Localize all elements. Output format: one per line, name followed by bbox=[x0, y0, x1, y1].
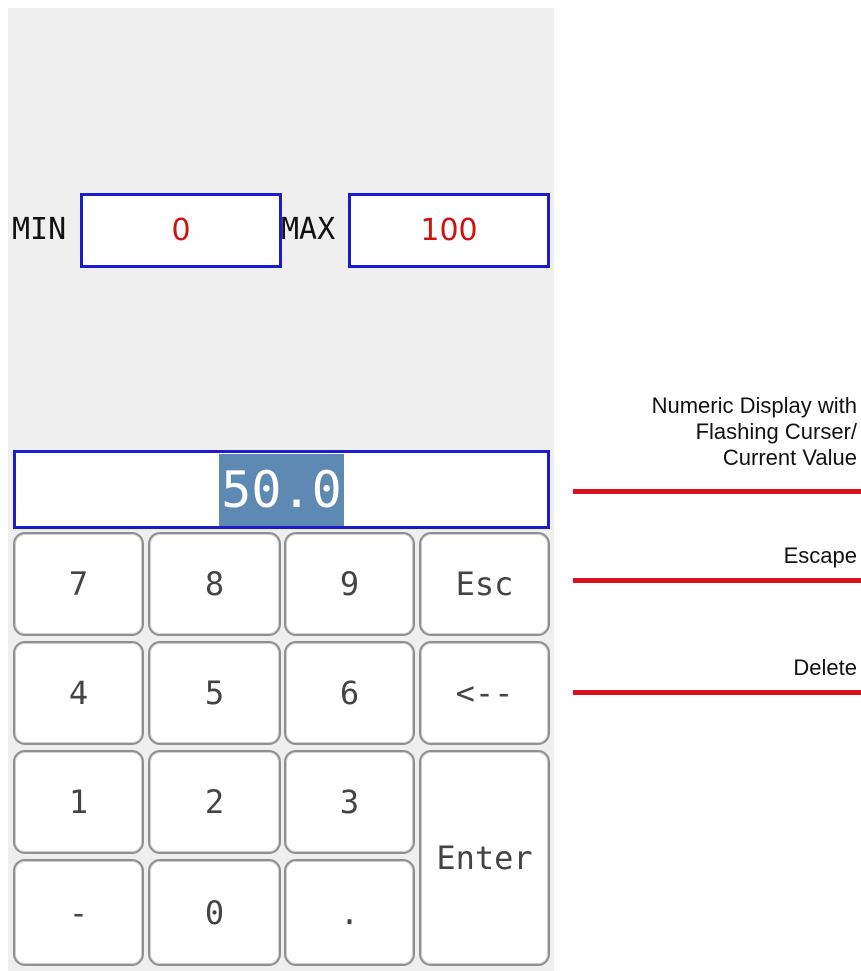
key-minus[interactable]: - bbox=[13, 859, 144, 966]
key-6[interactable]: 6 bbox=[284, 641, 415, 745]
key-2[interactable]: 2 bbox=[148, 750, 281, 854]
annotation-escape: Escape bbox=[783, 543, 857, 568]
annotation-display-line2: Flashing Curser/ bbox=[695, 419, 857, 444]
enter-button[interactable]: Enter bbox=[419, 750, 550, 966]
max-label: MAX bbox=[281, 212, 336, 247]
numeric-display[interactable]: 50.0 bbox=[13, 450, 550, 529]
annotation-escape-line bbox=[573, 578, 861, 583]
key-4[interactable]: 4 bbox=[13, 641, 144, 745]
key-9[interactable]: 9 bbox=[284, 532, 415, 636]
key-8[interactable]: 8 bbox=[148, 532, 281, 636]
max-value-field: 100 bbox=[348, 193, 550, 268]
key-1[interactable]: 1 bbox=[13, 750, 144, 854]
min-label: MIN bbox=[12, 212, 67, 247]
min-value-field: 0 bbox=[80, 193, 282, 268]
annotation-delete-line bbox=[573, 690, 861, 695]
key-0[interactable]: 0 bbox=[148, 859, 281, 966]
key-5[interactable]: 5 bbox=[148, 641, 281, 745]
annotation-display-line1: Numeric Display with bbox=[651, 393, 857, 418]
annotation-display: Numeric Display with Flashing Curser/ Cu… bbox=[652, 393, 857, 471]
delete-button[interactable]: <-- bbox=[419, 641, 550, 745]
annotation-display-line bbox=[573, 489, 861, 494]
key-decimal[interactable]: . bbox=[284, 859, 415, 966]
annotation-delete: Delete bbox=[793, 655, 857, 680]
key-7[interactable]: 7 bbox=[13, 532, 144, 636]
escape-button[interactable]: Esc bbox=[419, 532, 550, 636]
current-value: 50.0 bbox=[219, 453, 344, 526]
annotation-display-line3: Current Value bbox=[722, 445, 857, 470]
key-3[interactable]: 3 bbox=[284, 750, 415, 854]
